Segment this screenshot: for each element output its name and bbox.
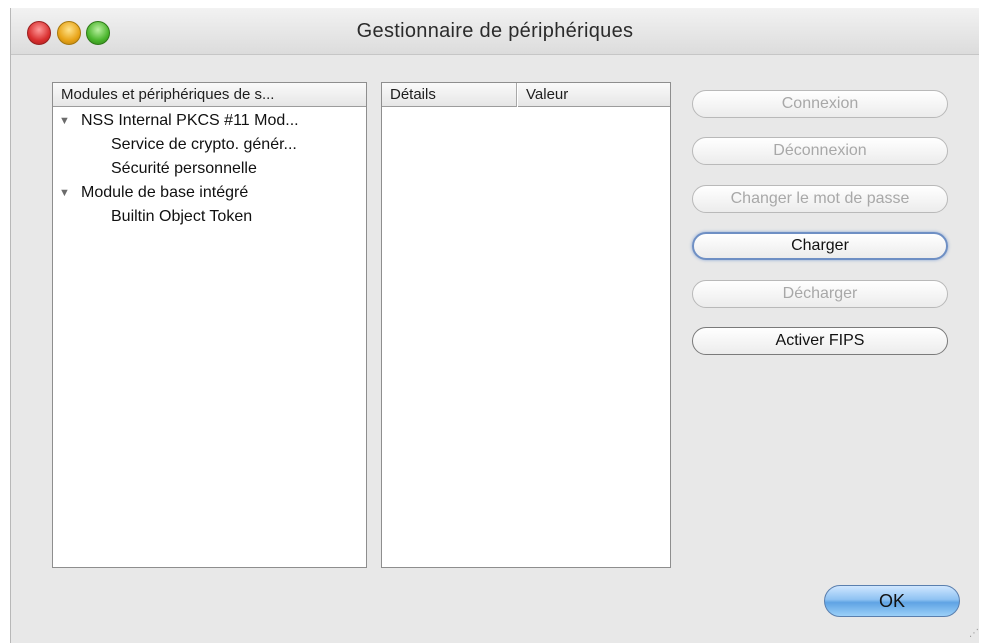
value-column-header[interactable]: Valeur bbox=[518, 83, 670, 107]
window-title: Gestionnaire de périphériques bbox=[356, 20, 634, 42]
details-table[interactable]: Détails Valeur bbox=[381, 82, 671, 568]
details-column-header[interactable]: Détails bbox=[382, 83, 517, 107]
load-button[interactable]: Charger bbox=[692, 232, 948, 260]
enable-fips-button[interactable]: Activer FIPS bbox=[692, 327, 948, 355]
tree-item-label: Module de base intégré bbox=[81, 184, 249, 201]
change-password-button[interactable]: Changer le mot de passe bbox=[692, 185, 948, 213]
tree-item-crypto-service[interactable]: Service de crypto. génér... bbox=[53, 133, 366, 157]
triangle-down-icon[interactable]: ▼ bbox=[59, 181, 70, 205]
unload-button[interactable]: Décharger bbox=[692, 280, 948, 308]
tree-item-personal-security[interactable]: Sécurité personnelle bbox=[53, 157, 366, 181]
tree-item-label: Service de crypto. génér... bbox=[111, 136, 297, 153]
modules-column-header[interactable]: Modules et périphériques de s... bbox=[53, 83, 366, 107]
connexion-button[interactable]: Connexion bbox=[692, 90, 948, 118]
tree-item-label: Sécurité personnelle bbox=[111, 160, 257, 177]
tree-item-label: Builtin Object Token bbox=[111, 208, 253, 225]
device-manager-window: Gestionnaire de périphériques Modules et… bbox=[10, 8, 979, 643]
resize-grip-icon[interactable]: ⋰ bbox=[969, 628, 979, 639]
title-bar[interactable]: Gestionnaire de périphériques bbox=[11, 8, 979, 55]
modules-tree[interactable]: Modules et périphériques de s... ▼ NSS I… bbox=[52, 82, 367, 568]
ok-button[interactable]: OK bbox=[824, 585, 960, 617]
triangle-down-icon[interactable]: ▼ bbox=[59, 109, 70, 133]
tree-item-nss-internal[interactable]: ▼ NSS Internal PKCS #11 Mod... bbox=[53, 109, 366, 133]
deconnexion-button[interactable]: Déconnexion bbox=[692, 137, 948, 165]
tree-item-builtin-token[interactable]: Builtin Object Token bbox=[53, 205, 366, 229]
tree-item-label: NSS Internal PKCS #11 Mod... bbox=[81, 112, 299, 129]
tree-item-builtin-module[interactable]: ▼ Module de base intégré bbox=[53, 181, 366, 205]
